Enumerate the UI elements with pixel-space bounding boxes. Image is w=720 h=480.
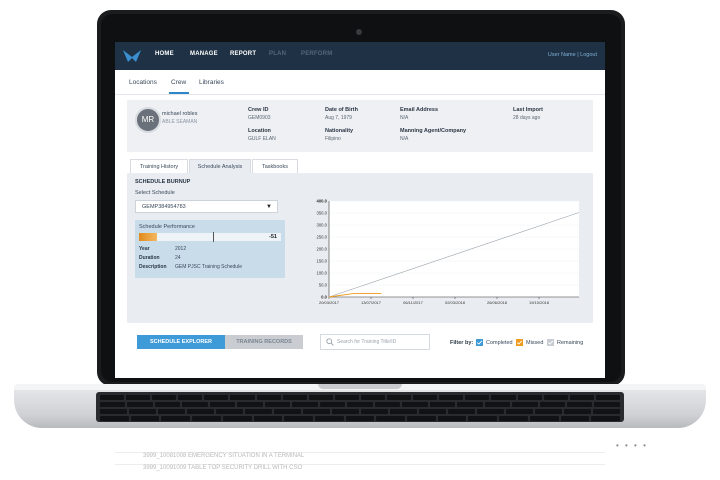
chart-x-tick-label: 26/06/2018 [487,300,508,305]
performance-marker [213,232,214,242]
performance-bar: -51 [139,232,281,242]
chart-x-tick-label: 20/03/2017 [319,300,340,305]
agent-value: N/A [400,136,409,142]
completed-label: Completed [486,340,513,346]
indicator-dots: • • • • [616,441,648,450]
keyboard [96,392,624,422]
performance-title: Schedule Performance [139,224,195,230]
description-label: Description [139,264,167,270]
location-value: GULF ELAN [248,136,276,142]
performance-value: -51 [269,234,277,240]
search-icon [326,338,334,346]
caret-down-icon: ▼ [266,204,272,210]
chart-x-tick-label: 02/03/2018 [445,300,466,305]
tab-training-history[interactable]: Training History [130,159,188,174]
reflection-row: 3999_1008 1008 EMERGENCY SITUATION IN A … [115,452,605,464]
chart-y-tick-label: 150.0 [317,259,328,264]
schedule-select-value: GEMP384954783 [142,204,186,210]
completed-checkbox[interactable] [476,339,483,346]
tab-taskbooks[interactable]: Taskbooks [252,159,298,174]
search-input[interactable]: Search for Training Title/ID [320,334,430,350]
select-schedule-label: Select Schedule [135,190,175,196]
nav-report[interactable]: REPORT [230,51,256,57]
nationality-label: Nationality [325,128,354,134]
lid-hinge-notch [318,384,402,389]
nav-home[interactable]: HOME [155,51,174,57]
crew-id-value: GEM0903 [248,115,271,121]
burnup-title: SCHEDULE BURNUP [135,179,191,185]
crew-name: michael robles [162,111,198,117]
schedule-performance-box: Schedule Performance -51 Year 2012 Durat… [135,220,285,278]
duration-label: Duration [139,255,160,261]
last-import-label: Last Import [513,107,543,113]
nav-manage[interactable]: MANAGE [190,51,218,57]
last-import-value: 28 days ago [513,115,541,121]
nationality-value: Filipino [325,136,341,142]
missed-checkbox[interactable] [516,339,523,346]
subnav-crew[interactable]: Crew [171,79,186,86]
missed-label: Missed [526,340,544,346]
year-label: Year [139,246,150,252]
location-label: Location [248,128,271,134]
performance-bar-fill [139,233,157,241]
email-label: Email Address [400,107,439,113]
chart-y-tick-label: 400.0 [317,199,328,204]
crew-rank: ABLE SEAMAN [162,119,198,125]
filter-label: Filter by: [450,340,474,346]
burnup-chart: 0.0 50.0 100.0 150.0 200.0 250.0 300.0 350.0 400… [317,199,580,305]
crew-id-label: Crew ID [248,107,269,113]
search-placeholder: Search for Training Title/ID [337,339,397,345]
remaining-checkbox[interactable] [547,339,554,346]
reflection-row: 3999_1009 1009 TABLE TOP SECURITY DRILL … [115,464,605,476]
email-value: N/A [400,115,409,121]
chart-y-tick-label: 200.0 [317,247,328,252]
chart-y-tick-label: 300.0 [317,223,328,228]
nav-plan[interactable]: PLAN [269,51,286,57]
app-logo-icon[interactable] [123,48,141,64]
avatar: MR [135,107,161,133]
dob-label: Date of Birth [325,107,358,113]
year-value: 2012 [175,246,187,252]
schedule-explorer-button[interactable]: SCHEDULE EXPLORER [137,335,225,349]
top-nav: HOME MANAGE REPORT PLAN PERFORM User Nam… [115,42,605,70]
chart-y-tick-label: 0.0 [321,295,327,300]
chart-x-tick-label: 06/11/2017 [403,300,423,305]
description-value: GEM PJSC Training Schedule [175,264,242,270]
chart-y-tick-label: 100.0 [317,271,328,276]
subnav-locations[interactable]: Locations [129,79,157,86]
screen-reflection: 3999_1008 1008 EMERGENCY SITUATION IN A … [115,446,605,480]
tab-schedule-analysis[interactable]: Schedule Analysis [189,159,251,174]
training-records-button[interactable]: TRAINING RECORDS [225,335,303,349]
schedule-select[interactable]: GEMP384954783 ▼ [135,200,278,213]
subnav-libraries[interactable]: Libraries [199,79,224,86]
chart-x-tick-label: 13/07/2017 [361,300,382,305]
crew-profile-card: MR michael robles ABLE SEAMAN Crew ID GE… [127,100,593,152]
schedule-analysis-panel: SCHEDULE BURNUP Select Schedule GEMP3849… [127,173,593,323]
user-logout-link[interactable]: User Name | Logout [548,52,597,58]
chart-y-tick-label: 50.0 [319,283,328,288]
agent-label: Manning Agent/Company [400,128,467,134]
chart-y-tick-label: 350.0 [317,211,328,216]
duration-value: 24 [175,255,181,261]
webcam [356,29,362,35]
remaining-label: Remaining [557,340,584,346]
chart-x-tick-label: 19/10/2018 [529,300,550,305]
dob-value: Aug 7, 1979 [325,115,352,121]
chart-y-tick-label: 250.0 [317,235,328,240]
laptop-screen: HOME MANAGE REPORT PLAN PERFORM User Nam… [115,42,605,378]
nav-perform[interactable]: PERFORM [301,51,332,57]
subnav-active-indicator [169,92,189,94]
